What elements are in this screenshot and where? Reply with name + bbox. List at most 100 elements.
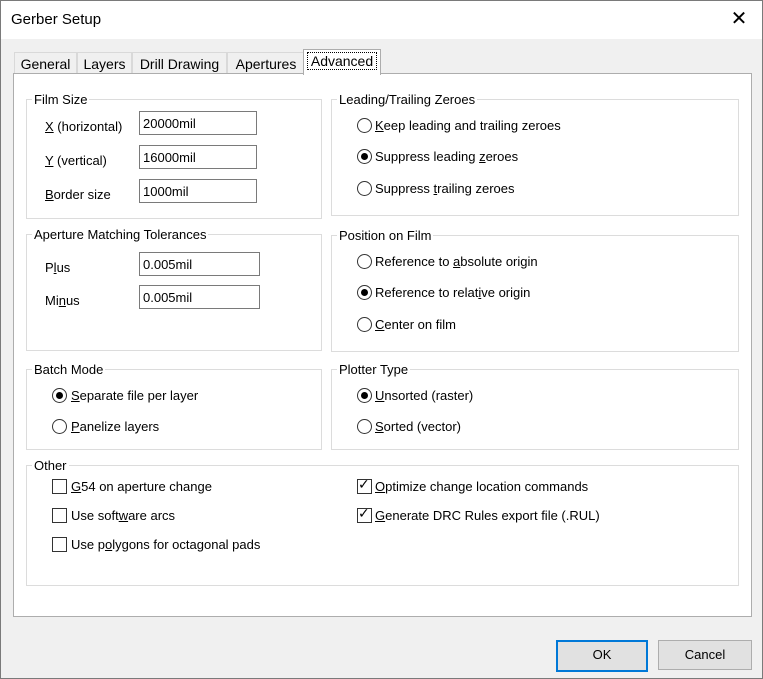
tab-layers[interactable]: Layers <box>77 52 132 75</box>
window-title: Gerber Setup <box>11 11 102 28</box>
batch-mode-legend: Batch Mode <box>32 362 106 377</box>
tab-layers-label: Layers <box>83 56 126 72</box>
border-rest: order size <box>53 187 111 202</box>
tab-general-label: General <box>20 56 71 72</box>
minus-label: Minus <box>45 293 80 308</box>
position-legend: Position on Film <box>337 228 434 243</box>
software-arcs-checkbox[interactable] <box>52 508 67 523</box>
relative-origin-label[interactable]: Reference to relative origin <box>375 285 530 300</box>
separate-file-radio[interactable] <box>52 388 67 403</box>
ok-button[interactable]: OK <box>556 640 648 672</box>
unsorted-key: U <box>375 388 385 403</box>
panelize-label[interactable]: Panelize layers <box>71 419 159 434</box>
absolute-origin-radio[interactable] <box>357 254 372 269</box>
plotter-type-legend: Plotter Type <box>337 362 411 377</box>
tab-drill-drawing[interactable]: Drill Drawing <box>132 52 227 75</box>
keep-zeroes-radio[interactable] <box>357 118 372 133</box>
border-size-label: Border size <box>45 187 111 202</box>
tab-advanced[interactable]: Advanced <box>303 49 381 75</box>
drc-rules-label[interactable]: Generate DRC Rules export file (.RUL) <box>375 508 600 523</box>
abs-a: Reference to <box>375 254 454 269</box>
supt-a: Suppress <box>375 181 434 196</box>
y-rest: (vertical) <box>53 153 107 168</box>
y-vertical-label: Y (vertical) <box>45 153 107 168</box>
poly-b: lygons for octagonal pads <box>112 537 261 552</box>
suppress-trailing-radio[interactable] <box>357 181 372 196</box>
rel-a: Reference to relat <box>375 285 479 300</box>
plus-a: P <box>45 260 54 275</box>
polygons-checkbox[interactable] <box>52 537 67 552</box>
cancel-button[interactable]: Cancel <box>658 640 752 670</box>
unsorted-rest: nsorted (raster) <box>384 388 474 403</box>
optimize-key: O <box>375 479 386 494</box>
separate-file-label[interactable]: Separate file per layer <box>71 388 198 403</box>
x-key: X <box>45 119 54 134</box>
aperture-tolerances-legend: Aperture Matching Tolerances <box>32 227 209 242</box>
rel-b: ve origin <box>481 285 531 300</box>
panelize-key: P <box>71 419 80 434</box>
unsorted-radio[interactable] <box>357 388 372 403</box>
film-size-legend: Film Size <box>32 92 90 107</box>
title-bar: Gerber Setup ✕ <box>1 1 762 39</box>
drc-rules-checkbox[interactable] <box>357 506 372 523</box>
software-arcs-label[interactable]: Use software arcs <box>71 508 175 523</box>
supt-b: railing zeroes <box>437 181 515 196</box>
panelize-rest: anelize layers <box>79 419 160 434</box>
close-icon[interactable]: ✕ <box>716 1 762 39</box>
zeroes-legend: Leading/Trailing Zeroes <box>337 92 478 107</box>
minus-a: Mi <box>45 293 59 308</box>
minus-b: us <box>65 293 80 308</box>
border-size-input[interactable]: 1000mil <box>139 179 257 203</box>
supl-a: Suppress leading <box>375 149 480 164</box>
soft-a: Use soft <box>71 508 119 523</box>
supl-b: eroes <box>485 149 519 164</box>
keep-rest: eep leading and trailing zeroes <box>383 118 561 133</box>
plus-input[interactable]: 0.005mil <box>139 252 260 276</box>
optimize-checkbox[interactable] <box>357 477 372 494</box>
x-rest: (horizontal) <box>53 119 123 134</box>
other-legend: Other <box>32 458 69 473</box>
separate-key: S <box>71 388 80 403</box>
tab-general[interactable]: General <box>14 52 77 75</box>
tab-advanced-label: Advanced <box>306 52 378 70</box>
soft-b: are arcs <box>128 508 176 523</box>
absolute-origin-label[interactable]: Reference to absolute origin <box>375 254 538 269</box>
relative-origin-radio[interactable] <box>357 285 372 300</box>
drc-key: G <box>375 508 386 523</box>
y-vertical-input[interactable]: 16000mil <box>139 145 257 169</box>
suppress-leading-label[interactable]: Suppress leading zeroes <box>375 149 518 164</box>
center-on-film-label[interactable]: Center on film <box>375 317 456 332</box>
optimize-label[interactable]: Optimize change location commands <box>375 479 588 494</box>
keep-zeroes-label[interactable]: Keep leading and trailing zeroes <box>375 118 561 133</box>
tab-apertures[interactable]: Apertures <box>227 52 305 75</box>
minus-input[interactable]: 0.005mil <box>139 285 260 309</box>
center-key: C <box>375 317 385 332</box>
tab-apertures-label: Apertures <box>235 56 297 72</box>
border-key: B <box>45 187 54 202</box>
center-on-film-radio[interactable] <box>357 317 372 332</box>
plotter-type-group <box>331 369 739 450</box>
sorted-radio[interactable] <box>357 419 372 434</box>
center-rest: enter on film <box>384 317 456 332</box>
optimize-rest: ptimize change location commands <box>385 479 589 494</box>
advanced-panel: Film Size X (horizontal) 20000mil Y (ver… <box>13 73 752 617</box>
minus-key: n <box>58 293 66 308</box>
separate-rest: eparate file per layer <box>79 388 199 403</box>
batch-mode-group <box>26 369 322 450</box>
panelize-radio[interactable] <box>52 419 67 434</box>
x-horizontal-label: X (horizontal) <box>45 119 122 134</box>
g54-checkbox[interactable] <box>52 479 67 494</box>
abs-b: bsolute origin <box>460 254 538 269</box>
sorted-label[interactable]: Sorted (vector) <box>375 419 461 434</box>
unsorted-label[interactable]: Unsorted (raster) <box>375 388 473 403</box>
soft-key: w <box>118 508 129 523</box>
polygons-label[interactable]: Use polygons for octagonal pads <box>71 537 260 552</box>
drc-rest: enerate DRC Rules export file (.RUL) <box>385 508 600 523</box>
suppress-trailing-label[interactable]: Suppress trailing zeroes <box>375 181 515 196</box>
plus-label: Plus <box>45 260 70 275</box>
g54-label[interactable]: G54 on aperture change <box>71 479 212 494</box>
x-horizontal-input[interactable]: 20000mil <box>139 111 257 135</box>
g54-rest: 54 on aperture change <box>81 479 212 494</box>
suppress-leading-radio[interactable] <box>357 149 372 164</box>
sorted-key: S <box>375 419 384 434</box>
